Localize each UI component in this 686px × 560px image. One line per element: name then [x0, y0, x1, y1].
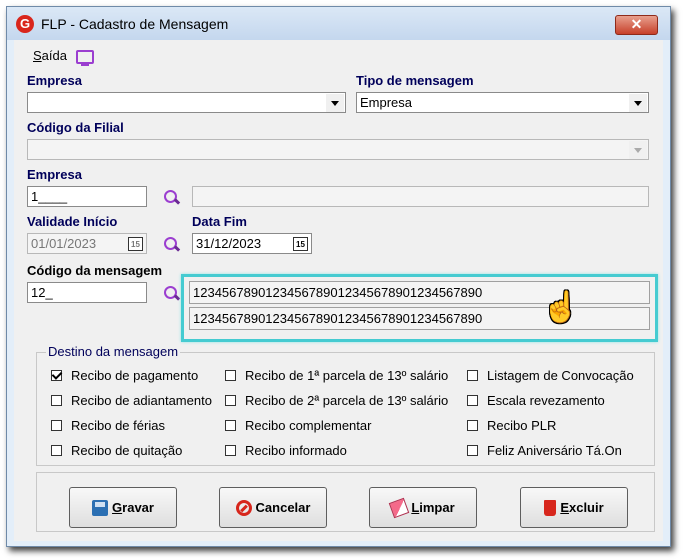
close-button[interactable]: ✕ — [615, 15, 658, 35]
checkbox-icon[interactable] — [467, 395, 478, 406]
checkbox-label: Recibo de quitação — [71, 443, 183, 458]
empresa-code-input[interactable]: 1____ — [27, 186, 147, 207]
checkbox-feliz-aniversario[interactable]: Feliz Aniversário Tá.On — [467, 443, 622, 458]
focus-highlight — [181, 274, 658, 342]
save-button-label: Gravar — [112, 500, 154, 515]
checkbox-recibo-1-parcela[interactable]: Recibo de 1ª parcela de 13º salário — [225, 368, 448, 383]
checkbox-label: Escala revezamento — [487, 393, 605, 408]
floppy-disk-icon — [92, 499, 109, 516]
chevron-down-icon[interactable] — [629, 94, 647, 112]
checkbox-recibo-ferias[interactable]: Recibo de férias — [51, 418, 165, 433]
checkbox-icon[interactable] — [467, 445, 478, 456]
app-logo-icon: G — [16, 15, 34, 33]
validade-date-value: 01/01/2023 — [31, 236, 97, 251]
checkbox-recibo-informado[interactable]: Recibo informado — [225, 443, 347, 458]
search-icon[interactable] — [164, 237, 181, 252]
search-icon[interactable] — [164, 286, 181, 301]
delete-button-label: Excluir — [560, 500, 604, 515]
app-window: G FLP - Cadastro de Mensagem ✕ Saída Emp… — [6, 6, 671, 547]
checkbox-escala-revezamento[interactable]: Escala revezamento — [467, 393, 605, 408]
codigo-mensagem-input[interactable]: 12_ — [27, 282, 147, 303]
validade-date-input[interactable]: 01/01/2023 15 — [27, 233, 147, 254]
tipo-mensagem-select[interactable]: Empresa — [356, 92, 649, 113]
cancel-button-label: Cancelar — [255, 500, 311, 515]
empresa-combo[interactable] — [27, 92, 346, 113]
checkbox-icon[interactable] — [51, 445, 62, 456]
checkbox-label: Recibo complementar — [245, 418, 372, 433]
checkbox-label: Recibo PLR — [487, 418, 557, 433]
search-icon[interactable] — [164, 190, 181, 205]
filial-label: Código da Filial — [27, 120, 124, 135]
checkbox-label: Recibo de pagamento — [71, 368, 199, 383]
checkbox-icon[interactable] — [467, 370, 478, 381]
empresa-code-label: Empresa — [27, 167, 82, 182]
checkbox-recibo-plr[interactable]: Recibo PLR — [467, 418, 556, 433]
checkbox-recibo-adiantamento[interactable]: Recibo de adiantamento — [51, 393, 212, 408]
window-title: FLP - Cadastro de Mensagem — [41, 16, 229, 32]
checkbox-label: Listagem de Convocação — [487, 368, 634, 383]
menu-exit[interactable]: Saída — [33, 48, 67, 63]
destino-title: Destino da mensagem — [46, 344, 181, 359]
cancel-button[interactable]: Cancelar — [219, 487, 327, 528]
form-client-area: Saída Empresa Tipo de mensagem Empresa C… — [14, 40, 663, 541]
clear-button[interactable]: Limpar — [369, 487, 477, 528]
calendar-icon[interactable]: 15 — [128, 237, 143, 251]
checkbox-icon[interactable] — [225, 395, 236, 406]
checkbox-recibo-quitacao[interactable]: Recibo de quitação — [51, 443, 182, 458]
data-fim-date-value: 31/12/2023 — [196, 236, 262, 251]
title-bar: G FLP - Cadastro de Mensagem ✕ — [7, 7, 670, 40]
trash-icon — [544, 499, 557, 516]
checkbox-icon[interactable] — [51, 395, 62, 406]
checkbox-icon[interactable] — [225, 370, 236, 381]
tipo-mensagem-value: Empresa — [360, 95, 413, 110]
validade-label: Validade Início — [27, 214, 118, 229]
checkbox-icon[interactable] — [51, 420, 62, 431]
checkbox-recibo-2-parcela[interactable]: Recibo de 2ª parcela de 13º salário — [225, 393, 448, 408]
clear-button-label: Limpar — [411, 500, 455, 515]
checkbox-label: Recibo de férias — [71, 418, 165, 433]
checkbox-label: Recibo de adiantamento — [71, 393, 212, 408]
checkbox-label: Recibo de 2ª parcela de 13º salário — [245, 393, 449, 408]
checkbox-label: Feliz Aniversário Tá.On — [487, 443, 622, 458]
checkbox-icon[interactable] — [467, 420, 478, 431]
checkbox-label: Recibo de 1ª parcela de 13º salário — [245, 368, 449, 383]
checkbox-icon[interactable] — [225, 420, 236, 431]
chevron-down-icon[interactable] — [326, 94, 344, 112]
checkbox-icon[interactable] — [225, 445, 236, 456]
empresa-name-field — [192, 186, 649, 207]
data-fim-date-input[interactable]: 31/12/2023 15 — [192, 233, 312, 254]
checkbox-label: Recibo informado — [245, 443, 347, 458]
data-fim-label: Data Fim — [192, 214, 247, 229]
filial-select[interactable] — [27, 139, 649, 160]
chevron-down-icon[interactable] — [629, 141, 647, 159]
monitor-icon[interactable] — [76, 50, 94, 66]
hand-cursor-icon: ☝ — [542, 291, 580, 324]
tipo-mensagem-label: Tipo de mensagem — [356, 73, 474, 88]
checkbox-checked-icon[interactable] — [51, 370, 62, 381]
empresa-label: Empresa — [27, 73, 82, 88]
checkbox-listagem-convocacao[interactable]: Listagem de Convocação — [467, 368, 634, 383]
eraser-icon — [389, 497, 410, 518]
delete-button[interactable]: Excluir — [520, 487, 628, 528]
prohibited-icon — [235, 499, 252, 516]
checkbox-recibo-complementar[interactable]: Recibo complementar — [225, 418, 371, 433]
codigo-mensagem-label: Código da mensagem — [27, 263, 163, 278]
calendar-icon[interactable]: 15 — [293, 237, 308, 251]
checkbox-recibo-pagamento[interactable]: Recibo de pagamento — [51, 368, 198, 383]
save-button[interactable]: Gravar — [69, 487, 177, 528]
